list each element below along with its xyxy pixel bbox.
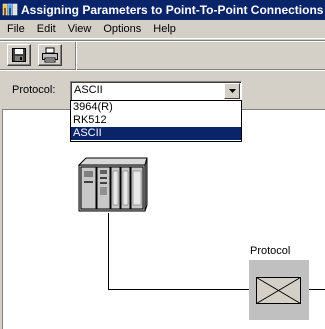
menu-view[interactable]: View xyxy=(62,20,98,39)
protocol-dropdown-list: 3964(R) RK512 ASCII xyxy=(70,100,242,142)
option-rk512[interactable]: RK512 xyxy=(71,114,241,127)
dropdown-arrow-button[interactable] xyxy=(224,83,240,99)
menu-bar: File Edit View Options Help xyxy=(0,20,325,39)
envelope-icon xyxy=(256,277,301,304)
protocol-block-label: Protocol xyxy=(250,245,291,257)
protocol-label: Protocol: xyxy=(12,84,56,96)
app-icon xyxy=(2,2,18,18)
menu-edit[interactable]: Edit xyxy=(31,20,62,39)
connection-line-left xyxy=(108,289,250,290)
protocol-select[interactable]: ASCII xyxy=(70,81,242,101)
menu-options[interactable]: Options xyxy=(97,20,147,39)
connection-line-right xyxy=(309,289,325,290)
print-button[interactable] xyxy=(38,44,62,66)
toolbar-separator xyxy=(75,42,77,70)
save-icon xyxy=(12,48,26,62)
toolbar xyxy=(0,40,325,70)
title-bar[interactable]: Assigning Parameters to Point-To-Point C… xyxy=(0,0,325,20)
option-ascii[interactable]: ASCII xyxy=(71,127,241,140)
menu-help[interactable]: Help xyxy=(147,20,182,39)
save-button[interactable] xyxy=(7,44,31,66)
connection-line-vertical xyxy=(108,213,109,289)
window-title: Assigning Parameters to Point-To-Point C… xyxy=(21,3,325,17)
chevron-down-icon xyxy=(228,89,236,93)
menu-file[interactable]: File xyxy=(1,20,31,39)
print-icon xyxy=(42,47,58,63)
option-3964r[interactable]: 3964(R) xyxy=(71,101,241,114)
plc-rack-icon[interactable] xyxy=(78,157,148,213)
protocol-select-value: ASCII xyxy=(74,84,103,96)
protocol-block[interactable] xyxy=(249,260,309,320)
